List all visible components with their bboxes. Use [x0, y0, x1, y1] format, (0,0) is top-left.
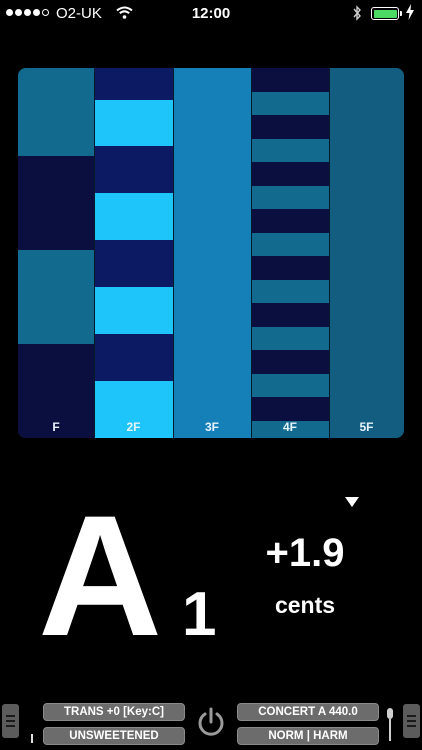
spectrum-stripe	[251, 256, 329, 280]
spectrum-block	[94, 193, 173, 240]
microphone-icon[interactable]	[384, 708, 396, 742]
bluetooth-icon	[353, 5, 361, 21]
note-octave: 1	[182, 580, 217, 649]
spectrum-block	[94, 100, 173, 146]
left-menu-button[interactable]	[2, 704, 19, 738]
mode-button[interactable]: NORM | HARM	[237, 727, 379, 745]
spectrum-display: F 2F 3F 4F 5F	[18, 68, 404, 438]
status-bar: O2-UK 12:00	[0, 0, 422, 28]
right-menu-button[interactable]	[403, 704, 420, 738]
spectrum-stripe	[251, 68, 329, 92]
spectrum-label-3f: 3F	[204, 420, 219, 434]
spectrum-stripe	[251, 279, 329, 304]
column-divider	[173, 68, 174, 438]
cents-unit: cents	[274, 592, 336, 618]
battery-icon	[371, 7, 402, 20]
spectrum-block	[18, 68, 94, 156]
spectrum-stripe	[251, 115, 329, 139]
dropdown-triangle-icon[interactable]	[345, 497, 359, 507]
transpose-button[interactable]: TRANS +0 [Key:C]	[43, 703, 185, 721]
spectrum-column-3f: 3F	[173, 68, 251, 438]
spectrum-stripe	[251, 326, 329, 351]
spectrum-label-4f: 4F	[282, 420, 297, 434]
column-divider	[329, 68, 330, 438]
cents-value: +1.9	[265, 531, 345, 575]
spectrum-label-f: F	[52, 420, 60, 434]
spectrum-column-2f: 2F	[94, 68, 173, 438]
level-indicator	[31, 734, 33, 743]
spectrum-column-4f: 4F	[251, 68, 329, 438]
column-divider	[94, 68, 95, 438]
note-name: A	[38, 480, 163, 672]
spectrum-block	[94, 240, 173, 287]
spectrum-block	[18, 250, 94, 344]
spectrum-stripe	[251, 91, 329, 116]
spectrum-stripe	[251, 209, 329, 233]
spectrum-stripe	[251, 303, 329, 327]
spectrum-stripe	[251, 138, 329, 163]
spectrum-stripe	[251, 373, 329, 398]
spectrum-stripe	[251, 232, 329, 257]
spectrum-label-2f: 2F	[126, 420, 141, 434]
column-divider	[251, 68, 252, 438]
charging-icon	[406, 4, 414, 20]
spectrum-stripe	[251, 350, 329, 374]
spectrum-block	[94, 334, 173, 381]
spectrum-block	[94, 68, 173, 100]
temperament-button[interactable]: UNSWEETENED	[43, 727, 185, 745]
concert-pitch-button[interactable]: CONCERT A 440.0	[237, 703, 379, 721]
spectrum-block	[94, 287, 173, 334]
spectrum-column-f: F	[18, 68, 94, 438]
power-icon[interactable]	[195, 706, 227, 738]
spectrum-stripe	[251, 185, 329, 210]
spectrum-stripe	[251, 397, 329, 421]
spectrum-block	[94, 146, 173, 193]
spectrum-block	[18, 156, 94, 250]
spectrum-column-5f: 5F	[329, 68, 404, 438]
spectrum-stripe	[251, 162, 329, 186]
spectrum-label-5f: 5F	[359, 420, 374, 434]
